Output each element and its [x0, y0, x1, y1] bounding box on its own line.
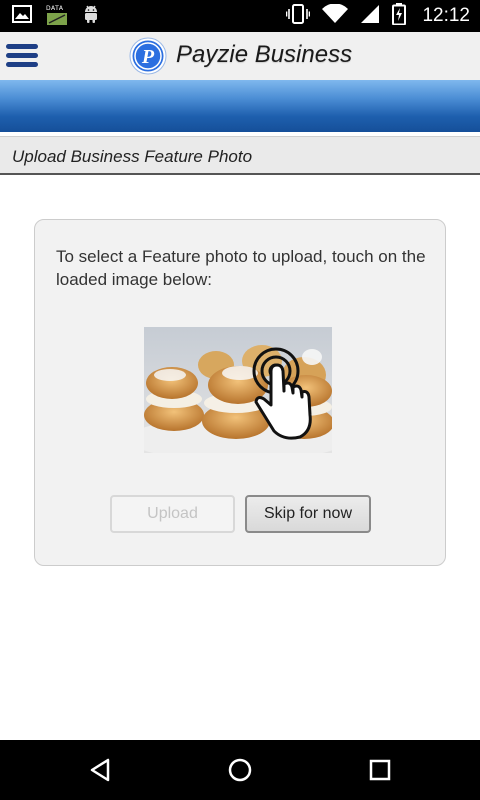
section-header: Upload Business Feature Photo [0, 136, 480, 175]
skip-for-now-button[interactable]: Skip for now [245, 495, 371, 533]
signal-icon [360, 4, 380, 29]
hamburger-menu-icon[interactable] [4, 40, 40, 72]
feature-photo[interactable] [144, 327, 332, 453]
back-icon[interactable] [60, 740, 140, 800]
status-bar: DATA 12:12 [0, 0, 480, 32]
home-icon[interactable] [200, 740, 280, 800]
app-header: P Payzie Business [0, 32, 480, 80]
vibrate-icon [286, 3, 311, 29]
upload-card: To select a Feature photo to upload, tou… [34, 219, 446, 566]
system-icons: 12:12 [286, 0, 470, 32]
payzie-logo: P [129, 37, 167, 75]
header-banner [0, 80, 480, 132]
app-title: Payzie Business [176, 41, 353, 68]
upload-instructions: To select a Feature photo to upload, tou… [56, 247, 426, 289]
screen: DATA 12:12 P Payzie Business Upload Busi… [0, 0, 480, 800]
notification-icons: DATA [12, 4, 100, 28]
battery-charging-icon [392, 2, 407, 30]
navigation-bar [0, 740, 480, 800]
upload-button[interactable]: Upload [110, 495, 235, 533]
logo-letter: P [141, 46, 155, 68]
android-icon [82, 4, 100, 29]
recents-icon[interactable] [340, 740, 420, 800]
gallery-icon [12, 4, 32, 28]
clock: 12:12 [422, 5, 470, 26]
data-icon: DATA [46, 5, 68, 27]
section-title: Upload Business Feature Photo [12, 147, 253, 166]
wifi-icon [322, 2, 349, 29]
